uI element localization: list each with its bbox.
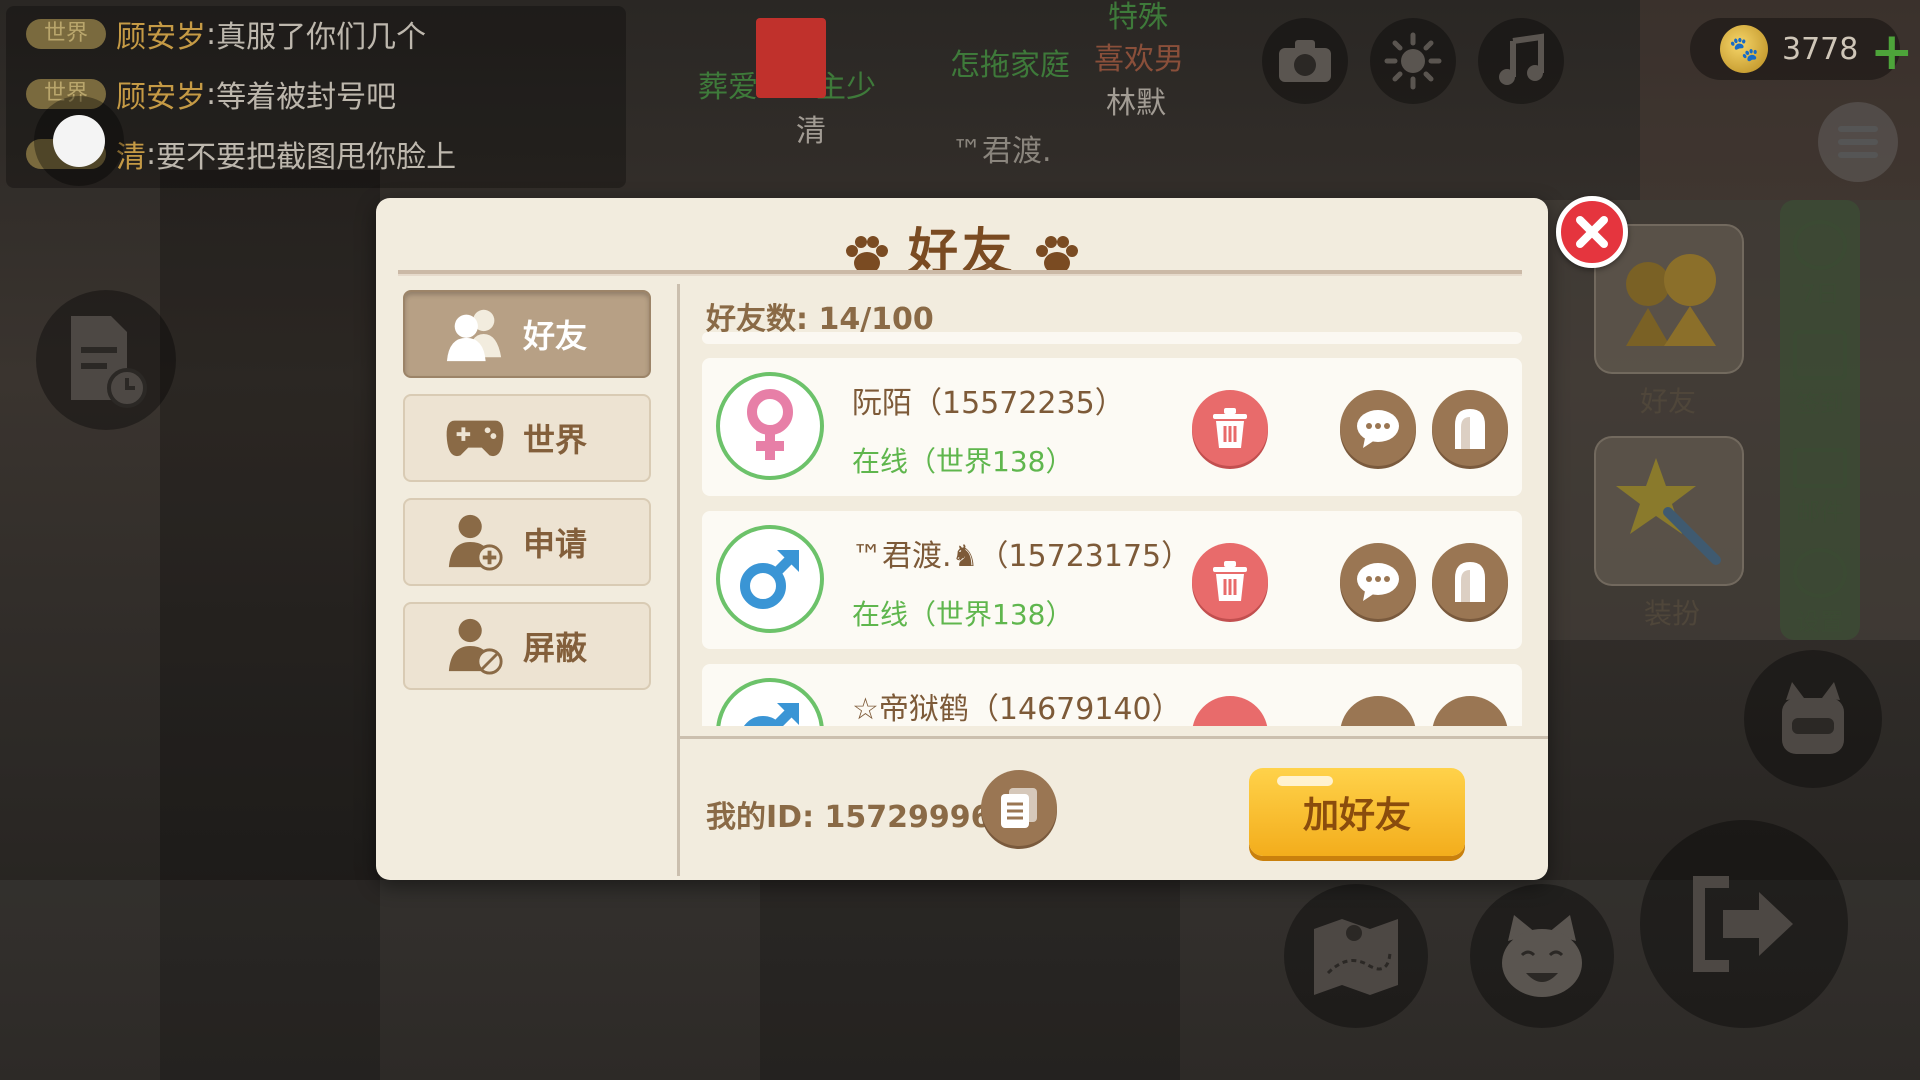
- friend-status: 在线（世界138）: [852, 445, 1074, 478]
- close-dialog-button[interactable]: [1556, 196, 1628, 268]
- block-person-icon: [445, 616, 505, 676]
- female-icon: [716, 372, 824, 480]
- door-icon: [1455, 562, 1485, 602]
- speech-bubble-icon: [1357, 563, 1399, 601]
- visit-friend-button[interactable]: [1432, 543, 1508, 619]
- gamepad-icon: [445, 408, 505, 468]
- friend-count-bar: [702, 332, 1522, 344]
- door-icon: [1455, 409, 1485, 449]
- add-friend-button[interactable]: 加好友: [1249, 768, 1465, 856]
- tab-world[interactable]: 世界: [403, 394, 651, 482]
- title-divider: [398, 270, 1522, 276]
- tab-friends[interactable]: 好友: [403, 290, 651, 378]
- delete-friend-button[interactable]: [1192, 390, 1268, 466]
- friend-name: ☆帝狱鹤（14679140）: [852, 692, 1182, 726]
- trash-icon: [1213, 561, 1247, 601]
- tab-label: 屏蔽: [523, 629, 588, 667]
- friend-name: 阮陌（15572235）: [852, 386, 1125, 421]
- footer-divider: [680, 736, 1548, 739]
- chat-friend-button[interactable]: [1340, 696, 1416, 726]
- speech-bubble-icon: [1357, 410, 1399, 448]
- tab-requests[interactable]: 申请: [403, 498, 651, 586]
- friends-dialog: 好友 好友 世界 申请 屏蔽 好友数: 14/100 阮陌（15572235） …: [376, 198, 1548, 880]
- chat-friend-button[interactable]: [1340, 390, 1416, 466]
- tab-label: 好友: [523, 317, 588, 355]
- male-icon: [716, 525, 824, 633]
- friend-status: 在线（世界138）: [852, 598, 1074, 631]
- delete-friend-button[interactable]: [1192, 696, 1268, 726]
- chat-friend-button[interactable]: [1340, 543, 1416, 619]
- visit-friend-button[interactable]: [1432, 696, 1508, 726]
- tab-divider: [677, 284, 680, 876]
- tab-label: 世界: [523, 421, 588, 459]
- delete-friend-button[interactable]: [1192, 543, 1268, 619]
- button-shine: [1277, 776, 1333, 786]
- visit-friend-button[interactable]: [1432, 390, 1508, 466]
- friend-name: ™君渡.♞（15723175）: [852, 539, 1192, 574]
- friends-icon: [445, 304, 505, 364]
- male-icon: [716, 678, 824, 726]
- tab-blocked[interactable]: 屏蔽: [403, 602, 651, 690]
- tab-label: 申请: [523, 525, 588, 563]
- add-friend-label: 加好友: [1302, 795, 1411, 836]
- copy-icon: [1001, 788, 1037, 828]
- add-person-icon: [445, 512, 505, 572]
- friend-row[interactable]: 阮陌（15572235） 在线（世界138）: [702, 358, 1522, 496]
- trash-icon: [1213, 408, 1247, 448]
- my-id: 我的ID: 15729996: [706, 800, 992, 835]
- friends-list[interactable]: 阮陌（15572235） 在线（世界138） ™君渡.♞（15723175） 在…: [702, 358, 1522, 726]
- copy-id-button[interactable]: [981, 770, 1057, 846]
- friend-row[interactable]: ™君渡.♞（15723175） 在线（世界138）: [702, 511, 1522, 649]
- friend-row[interactable]: ☆帝狱鹤（14679140）: [702, 664, 1522, 726]
- close-icon: [1576, 216, 1608, 248]
